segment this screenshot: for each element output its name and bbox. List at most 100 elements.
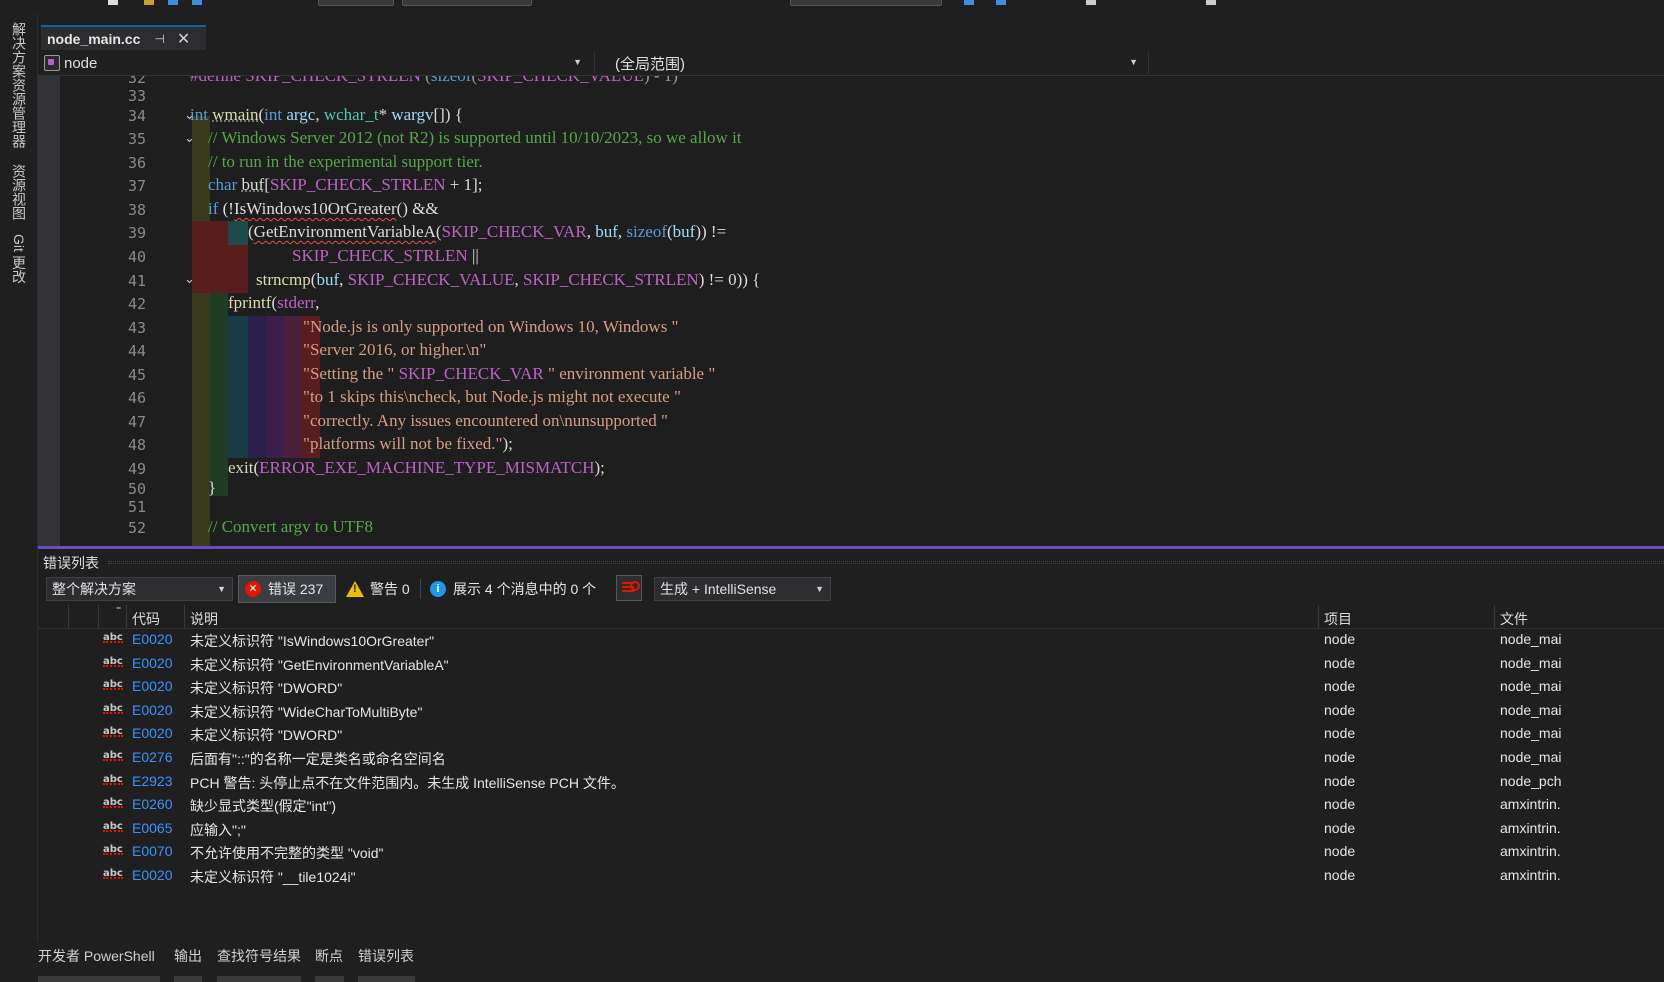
sort-icon[interactable]: ⁼ [116, 605, 121, 616]
error-project: node [1324, 654, 1356, 671]
indent-guide [284, 316, 302, 458]
line-number: 51 [127, 498, 146, 516]
filter-icon[interactable] [616, 575, 642, 601]
column-divider [1494, 605, 1495, 629]
error-code-link[interactable]: E0070 [132, 843, 172, 859]
line-number: 44 [127, 342, 146, 360]
toolbar-separator [420, 579, 421, 599]
error-code-link[interactable]: E0020 [132, 725, 172, 741]
toolbar-icon[interactable] [144, 0, 154, 5]
panel-grip[interactable] [108, 561, 1664, 564]
error-code-link[interactable]: E0065 [132, 820, 172, 836]
chevron-down-icon: ▼ [217, 584, 226, 594]
tab-error-list[interactable]: 错误列表 [358, 946, 414, 966]
indent-guide [228, 221, 248, 245]
errors-count: 错误 237 [268, 581, 324, 597]
error-description: 未定义标识符 "__tile1024i" [190, 869, 356, 885]
warnings-toggle-button[interactable]: 警告 0 [340, 575, 410, 603]
error-row[interactable]: abc E0276 后面有"::"的名称一定是类名或命名空间名 node node_ma… [38, 747, 1664, 771]
error-project: node [1324, 631, 1356, 647]
column-header-code[interactable]: 代码 [132, 609, 160, 629]
line-number: 46 [127, 389, 146, 407]
error-code-link[interactable]: E2923 [132, 773, 172, 789]
code-line: // Convert argv to UTF8 [208, 517, 373, 536]
error-description: 未定义标识符 "DWORD" [190, 727, 343, 744]
rail-tab-git-changes[interactable]: Git 更改 [10, 234, 28, 284]
error-code-link[interactable]: E0020 [132, 702, 172, 718]
error-row[interactable]: abc E0020 未定义标识符 "WideCharToMultiByte" node… [38, 700, 1664, 724]
error-file: node_mai [1500, 701, 1562, 718]
editor-margin [38, 76, 60, 546]
intellisense-error-icon: abc [103, 679, 123, 691]
code-line: "correctly. Any issues encountered on\nu… [303, 411, 668, 430]
line-number: 37 [127, 177, 146, 195]
error-code-link[interactable]: E0020 [132, 655, 172, 671]
toolbar-icon[interactable] [108, 0, 118, 5]
scope-dropdown[interactable]: (全局范围) ▼ [594, 52, 1146, 74]
error-row[interactable]: abc E0020 未定义标识符 "IsWindows10OrGreater" nod… [38, 629, 1664, 653]
tab-breakpoints[interactable]: 断点 [315, 946, 343, 966]
code-line: } [208, 478, 217, 497]
pin-icon[interactable]: ⊣ [154, 32, 164, 46]
error-row[interactable]: abc E0070 不允许使用不完整的类型 "void" node amxintrin. [38, 841, 1664, 865]
column-header-file[interactable]: 文件 [1500, 609, 1528, 629]
project-dropdown[interactable]: node ▼ [38, 52, 590, 74]
tab-node-main[interactable]: node_main.cc ⊣ ✕ [41, 25, 206, 50]
line-number: 36 [127, 154, 146, 172]
column-divider [68, 605, 69, 629]
code-line: (GetEnvironmentVariableA(SKIP_CHECK_VAR,… [248, 222, 727, 241]
error-code-link[interactable]: E0020 [132, 631, 172, 647]
member-dropdown[interactable] [1148, 52, 1664, 74]
error-grid-body: abc E0020 未定义标识符 "IsWindows10OrGreater" nod… [38, 629, 1664, 891]
toolbar-combo[interactable] [402, 0, 532, 6]
error-description: 未定义标识符 "WideCharToMultiByte" [190, 703, 423, 720]
close-icon[interactable]: ✕ [177, 29, 190, 49]
error-file: node_mai [1500, 631, 1562, 647]
tab-underline [174, 976, 202, 982]
rail-tab-solution-explorer[interactable]: 解决方案资源管理器 [10, 22, 28, 148]
error-row[interactable]: abc E0020 未定义标识符 "DWORD" node node_mai [38, 723, 1664, 747]
error-file: amxintrin. [1500, 796, 1561, 813]
error-code-link[interactable]: E0276 [132, 749, 172, 765]
error-code-link[interactable]: E0260 [132, 796, 172, 812]
tab-output[interactable]: 输出 [174, 946, 202, 966]
error-project: node [1324, 725, 1356, 742]
errors-toggle-button[interactable]: ✕ 错误 237 [238, 575, 336, 603]
toolbar-icon[interactable] [996, 0, 1006, 5]
error-description: 未定义标识符 "GetEnvironmentVariableA" [190, 656, 449, 673]
column-header-description[interactable]: 说明 [190, 609, 218, 629]
scope-filter-dropdown[interactable]: 整个解决方案 ▼ [46, 577, 233, 601]
toolbar-icon[interactable] [1086, 0, 1096, 5]
code-line: SKIP_CHECK_STRLEN || [292, 246, 479, 265]
line-number: 52 [127, 519, 146, 537]
line-number: 43 [127, 319, 146, 337]
error-code-link[interactable]: E0020 [132, 678, 172, 694]
code-line: int wmain(int argc, wchar_t* wargv[]) { [190, 105, 463, 124]
rail-tab-resource-view[interactable]: 资源视图 [10, 164, 28, 220]
tab-find-symbol-results[interactable]: 查找符号结果 [217, 946, 301, 966]
code-line: // to run in the experimental support ti… [208, 152, 483, 171]
indent-guide [266, 316, 284, 458]
messages-toggle-button[interactable]: i 展示 4 个消息中的 0 个 [428, 575, 596, 603]
navigation-bar: node ▼ (全局范围) ▼ [38, 50, 1664, 76]
toolbar-combo[interactable] [318, 0, 394, 6]
error-row[interactable]: abc E0020 未定义标识符 "DWORD" node node_mai [38, 676, 1664, 700]
intellisense-error-icon: abc [103, 632, 123, 643]
error-row[interactable]: abc E0260 缺少显式类型(假定"int") node amxintrin. [38, 794, 1664, 818]
column-header-project[interactable]: 项目 [1324, 609, 1352, 629]
code-editor[interactable]: 32 33 34 35 36 37 38 39 40 41 42 43 44 45 46 47 48 49 50 51… [38, 76, 1664, 546]
error-row[interactable]: abc E0020 未定义标识符 "GetEnvironmentVariableA"… [38, 653, 1664, 677]
code-area[interactable]: #define SKIP_CHECK_STRLEN (sizeof(SKIP_C… [190, 76, 1640, 546]
toolbar-icon[interactable] [168, 0, 178, 5]
build-filter-dropdown[interactable]: 生成 + IntelliSense ▼ [654, 577, 831, 601]
panel-title: 错误列表 [43, 555, 99, 571]
error-row[interactable]: abc E0065 应输入";" node amxintrin. [38, 818, 1664, 842]
toolbar-icon[interactable] [964, 0, 974, 5]
toolbar-icon[interactable] [1206, 0, 1216, 5]
error-row[interactable]: abc E0020 未定义标识符 "__tile1024i" node amxintri… [38, 865, 1664, 889]
error-row[interactable]: abc E2923 PCH 警告: 头停止点不在文件范围内。未生成 IntelliS… [38, 771, 1664, 795]
toolbar-combo[interactable] [790, 0, 942, 6]
toolbar-icon[interactable] [192, 0, 202, 5]
tab-developer-powershell[interactable]: 开发者 PowerShell [38, 946, 155, 966]
error-code-link[interactable]: E0020 [132, 867, 172, 883]
